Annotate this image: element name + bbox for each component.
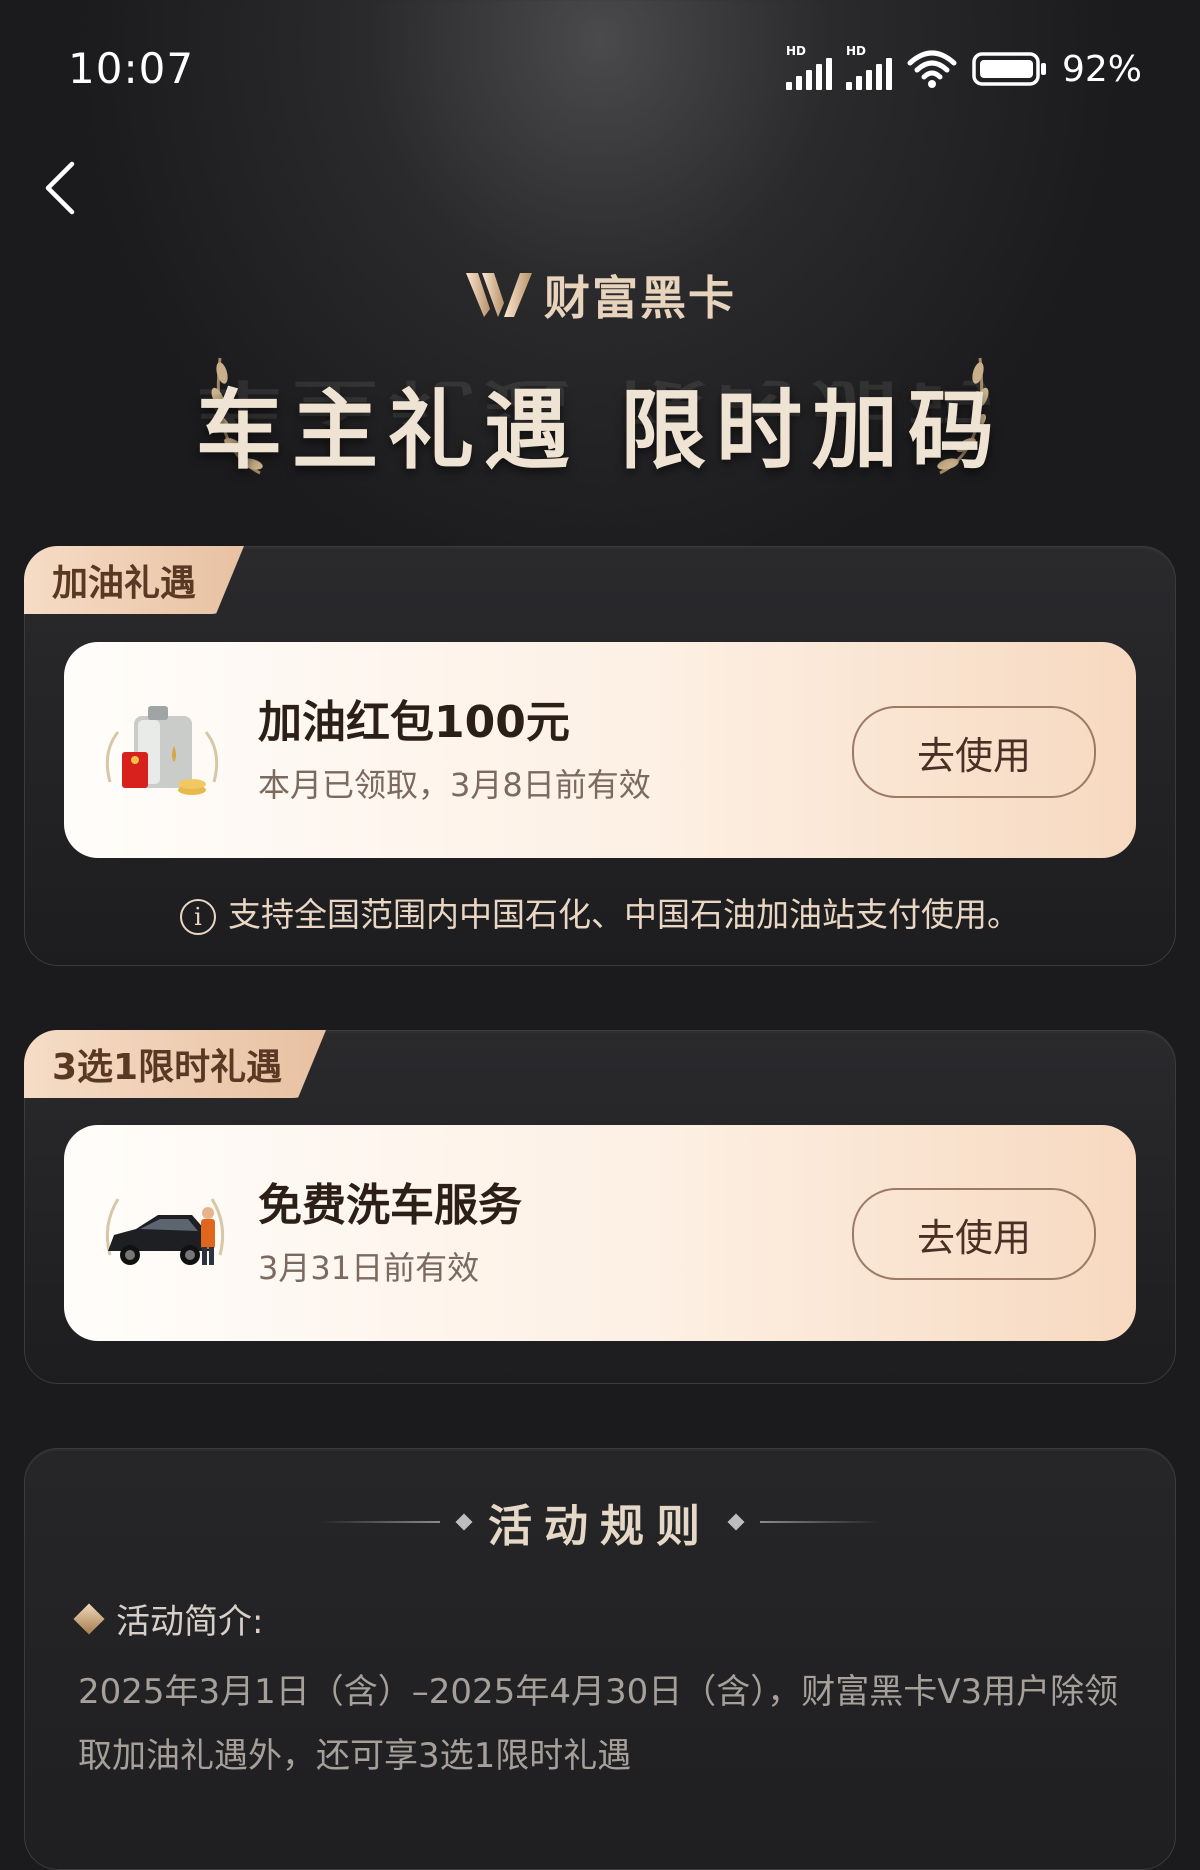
divider-dot-right — [727, 1513, 745, 1531]
brand-logo-icon — [466, 273, 532, 317]
hero-title-reflection: 车主礼遇 限时加码 — [196, 373, 1004, 429]
choice-section-tab: 3选1限时礼遇 — [24, 1030, 326, 1098]
status-icons: HD HD 92% — [785, 44, 1142, 90]
rules-title-bar: 活动规则 — [0, 1490, 1200, 1554]
status-time: 10:07 — [68, 44, 195, 93]
wifi-icon — [907, 50, 957, 88]
fuel-section-tab: 加油礼遇 — [24, 546, 244, 614]
fuel-can-redpacket-icon — [105, 706, 219, 795]
fuel-offer-title: 加油红包100元 — [258, 697, 570, 748]
fuel-offer-subtitle: 本月已领取，3月8日前有效 — [258, 766, 651, 804]
car-wash-offer-title: 免费洗车服务 — [258, 1180, 522, 1231]
diamond-bullet-icon — [73, 1602, 105, 1635]
divider-dot-left — [455, 1513, 473, 1531]
signal-icon-1: HD — [785, 44, 832, 90]
brand: 财富黑卡 — [0, 262, 1200, 328]
fuel-note-text: 支持全国范围内中国石化、中国石油加油站支付使用。 — [228, 895, 1020, 934]
back-arrow-icon[interactable] — [40, 160, 80, 216]
rules-intro-text: 2025年3月1日（含）–2025年4月30日（含），财富黑卡V3用户除领取加油… — [78, 1672, 1119, 1776]
rules-intro-heading: 活动简介: — [73, 1594, 264, 1643]
info-icon: i — [180, 898, 216, 935]
divider-line-right — [760, 1521, 880, 1523]
brand-name: 财富黑卡 — [544, 271, 736, 325]
battery-icon — [972, 52, 1046, 86]
fuel-use-button[interactable]: 去使用 — [852, 706, 1096, 798]
car-wash-offer-subtitle: 3月31日前有效 — [258, 1249, 480, 1287]
car-wash-offer-card: 免费洗车服务 3月31日前有效 去使用 — [64, 1125, 1136, 1341]
rules-intro-label: 活动简介: — [116, 1602, 264, 1642]
fuel-offer-card: 加油红包100元 本月已领取，3月8日前有效 去使用 — [64, 642, 1136, 858]
rules-title: 活动规则 — [488, 1501, 712, 1552]
divider-line-left — [320, 1521, 440, 1523]
signal-icon-2: HD — [845, 44, 892, 90]
car-wash-icon — [105, 1198, 225, 1265]
fuel-note: i 支持全国范围内中国石化、中国石油加油站支付使用。 — [0, 888, 1200, 936]
car-wash-use-button[interactable]: 去使用 — [852, 1188, 1096, 1280]
battery-percent: 92% — [1061, 48, 1142, 90]
